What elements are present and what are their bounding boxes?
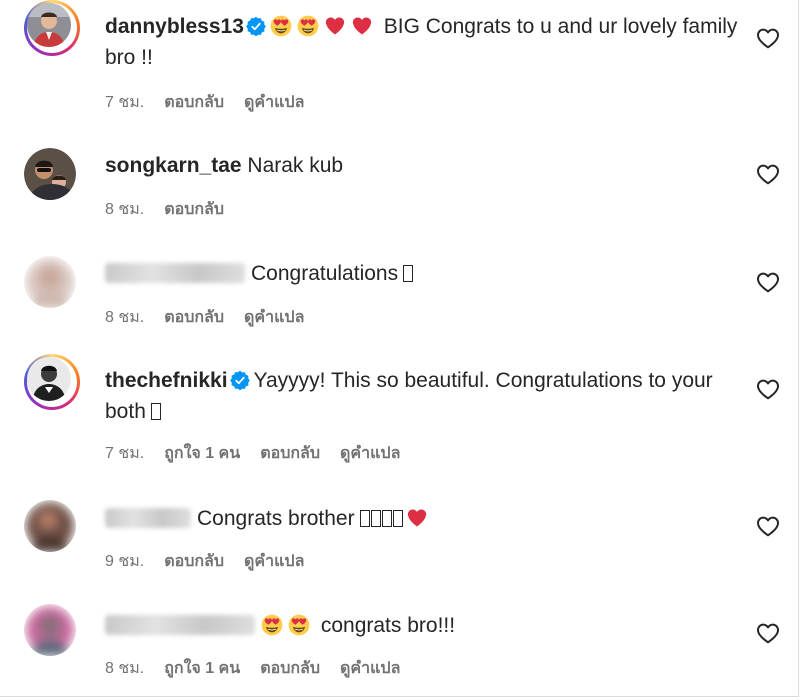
heart-eyes-emoji	[288, 614, 310, 636]
comment-text: Narak kub	[247, 154, 344, 177]
unrendered-emoji-glyph	[370, 510, 381, 527]
avatar[interactable]	[24, 604, 76, 656]
unrendered-emoji-glyph	[150, 403, 161, 420]
unrendered-emoji-glyph	[359, 510, 370, 527]
avatar-photo-blurred	[26, 606, 74, 656]
reply-button[interactable]: ตอบกลับ	[164, 309, 224, 326]
reply-button[interactable]: ตอบกลับ	[260, 445, 320, 462]
heart-eyes-emoji	[297, 15, 319, 37]
like-comment-icon[interactable]	[756, 377, 780, 401]
see-translation-button[interactable]: ดูคำแปล	[340, 660, 400, 677]
comment-time[interactable]: 9 ชม.	[105, 553, 144, 570]
like-comment-icon[interactable]	[756, 26, 780, 50]
comment-meta: 9 ชม. ตอบกลับ ดูคำแปล	[105, 549, 324, 574]
comment-body: dannybless13 BIG Congrats to u and ur lo…	[105, 11, 740, 73]
reply-button[interactable]: ตอบกลับ	[164, 553, 224, 570]
see-translation-button[interactable]: ดูคำแปล	[340, 445, 400, 462]
comment-time[interactable]: 8 ชม.	[105, 201, 144, 218]
verified-badge-icon	[230, 370, 250, 390]
avatar[interactable]	[24, 500, 76, 552]
avatar-photo	[27, 3, 71, 47]
like-comment-icon[interactable]	[756, 514, 780, 538]
avatar-photo	[27, 357, 71, 401]
comment-username-blurred[interactable]	[105, 508, 191, 528]
avatar-photo-blurred	[26, 258, 74, 308]
comment-username-blurred[interactable]	[105, 263, 245, 283]
like-comment-icon[interactable]	[756, 270, 780, 294]
see-translation-button[interactable]: ดูคำแปล	[244, 309, 304, 326]
comment-time[interactable]: 8 ชม.	[105, 660, 144, 677]
comment-meta: 8 ชม. ถูกใจ 1 คน ตอบกลับ ดูคำแปล	[105, 656, 420, 681]
comment-text: Congratulations	[251, 262, 399, 285]
comment-username[interactable]: dannybless13	[105, 15, 244, 38]
comment-body: songkarn_tae Narak kub	[105, 150, 740, 181]
unrendered-emoji-glyph	[381, 510, 392, 527]
comment-time[interactable]: 7 ชม.	[105, 445, 144, 462]
reply-button[interactable]: ตอบกลับ	[164, 201, 224, 218]
reply-button[interactable]: ตอบกลับ	[164, 94, 224, 111]
verified-badge-icon	[246, 16, 266, 36]
comments-panel: dannybless13 BIG Congrats to u and ur lo…	[0, 0, 799, 697]
comment-body: congrats bro!!!	[105, 610, 740, 641]
avatar[interactable]	[24, 256, 76, 308]
avatar-photo	[24, 148, 76, 200]
avatar[interactable]	[24, 354, 80, 410]
comment-username-blurred[interactable]	[105, 615, 255, 635]
see-translation-button[interactable]: ดูคำแปล	[244, 553, 304, 570]
comment-time[interactable]: 8 ชม.	[105, 309, 144, 326]
avatar[interactable]	[24, 0, 80, 56]
avatar-photo-blurred	[26, 502, 74, 552]
comment-likes-count[interactable]: ถูกใจ 1 คน	[164, 660, 240, 677]
comment-meta: 7 ชม. ถูกใจ 1 คน ตอบกลับ ดูคำแปล	[105, 441, 420, 466]
like-comment-icon[interactable]	[756, 162, 780, 186]
comment-time[interactable]: 7 ชม.	[105, 94, 144, 111]
comment-username[interactable]: thechefnikki	[105, 369, 228, 392]
comment-body: Congratulations	[105, 258, 740, 289]
comment-text: congrats bro!!!	[320, 614, 456, 637]
comment-meta: 7 ชม. ตอบกลับ ดูคำแปล	[105, 90, 324, 115]
comment-body: thechefnikki Yayyyy! This so beautiful. C…	[105, 365, 740, 427]
comment-text: Congrats brother	[197, 507, 355, 530]
unrendered-emoji-glyph	[392, 510, 403, 527]
see-translation-button[interactable]: ดูคำแปล	[244, 94, 304, 111]
like-comment-icon[interactable]	[756, 621, 780, 645]
comment-username[interactable]: songkarn_tae	[105, 154, 242, 177]
comment-meta: 8 ชม. ตอบกลับ ดูคำแปล	[105, 305, 324, 330]
red-heart-emoji	[351, 15, 373, 37]
heart-eyes-emoji	[261, 614, 283, 636]
reply-button[interactable]: ตอบกลับ	[260, 660, 320, 677]
red-heart-emoji	[406, 507, 428, 529]
unrendered-emoji-glyph	[403, 265, 414, 282]
comment-body: Congrats brother	[105, 503, 740, 534]
red-heart-emoji	[324, 15, 346, 37]
comment-likes-count[interactable]: ถูกใจ 1 คน	[164, 445, 240, 462]
avatar[interactable]	[24, 148, 76, 200]
heart-eyes-emoji	[270, 15, 292, 37]
comment-meta: 8 ชม. ตอบกลับ	[105, 197, 244, 222]
